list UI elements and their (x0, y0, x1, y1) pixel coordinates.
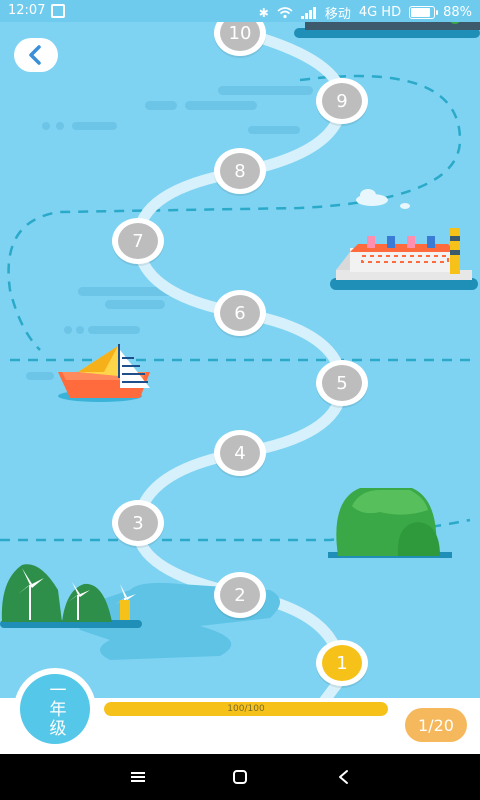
level-number: 10 (220, 22, 260, 51)
grade-label: 一年级 (20, 674, 90, 744)
bluetooth-icon: ✱ (258, 5, 269, 20)
battery-fill (411, 8, 431, 17)
menu-icon (131, 772, 145, 782)
signal-icon (300, 6, 316, 19)
top-right-island (294, 22, 480, 38)
level-number: 4 (220, 435, 260, 471)
status-time: 12:07 (8, 3, 46, 18)
progress-bar: 100/100 (104, 702, 388, 716)
level-node-3[interactable]: 3 (112, 500, 164, 546)
level-path (131, 22, 348, 668)
level-number: 9 (322, 83, 362, 119)
level-number: 5 (322, 365, 362, 401)
carrier-label: 移动 (324, 7, 351, 22)
level-node-5[interactable]: 5 (316, 360, 368, 406)
level-node-7[interactable]: 7 (112, 218, 164, 264)
network-label: 4G HD (358, 5, 402, 20)
level-number: 2 (220, 577, 260, 613)
hill-island-illustration (328, 488, 452, 558)
status-left: 12:07 (8, 3, 66, 18)
level-node-6[interactable]: 6 (214, 290, 266, 336)
level-number: 8 (220, 153, 260, 189)
level-node-2[interactable]: 2 (214, 572, 266, 618)
nav-home-button[interactable] (229, 766, 251, 788)
back-triangle-icon (339, 770, 348, 784)
chevron-left-icon (29, 45, 41, 65)
notification-icon (51, 3, 66, 18)
back-button[interactable] (14, 38, 58, 72)
grade-badge[interactable]: 一年级 (14, 668, 96, 750)
wifi-icon (277, 6, 293, 18)
level-number: 6 (220, 295, 260, 331)
nav-back-button[interactable] (333, 766, 355, 788)
level-counter-pill: 1/20 (405, 708, 467, 742)
level-number: 3 (118, 505, 158, 541)
nav-menu-button[interactable] (127, 766, 149, 788)
factory-illustration (330, 228, 478, 290)
battery-percent: 88% (443, 5, 472, 20)
system-nav-bar (0, 754, 480, 800)
map-area: 1 2 3 4 5 6 7 8 9 10 (0, 22, 480, 698)
status-bar: 12:07 ✱ 移动 4G HD 88% (0, 0, 480, 22)
wind-streaks (26, 86, 313, 380)
level-node-4[interactable]: 4 (214, 430, 266, 476)
progress-text: 100/100 (227, 704, 265, 714)
status-right: ✱ 移动 4G HD 88% (259, 3, 472, 22)
battery-icon (409, 6, 439, 19)
sailboat-illustration (58, 344, 150, 402)
level-node-8[interactable]: 8 (214, 148, 266, 194)
level-node-9[interactable]: 9 (316, 78, 368, 124)
level-node-1[interactable]: 1 (316, 640, 368, 686)
level-map-screen: 12:07 ✱ 移动 4G HD 88% 1 2 3 4 5 6 7 8 9 1… (0, 0, 480, 800)
small-cloud (356, 189, 410, 209)
level-number: 7 (118, 223, 158, 259)
level-number: 1 (322, 645, 362, 681)
home-square-icon (233, 770, 247, 784)
